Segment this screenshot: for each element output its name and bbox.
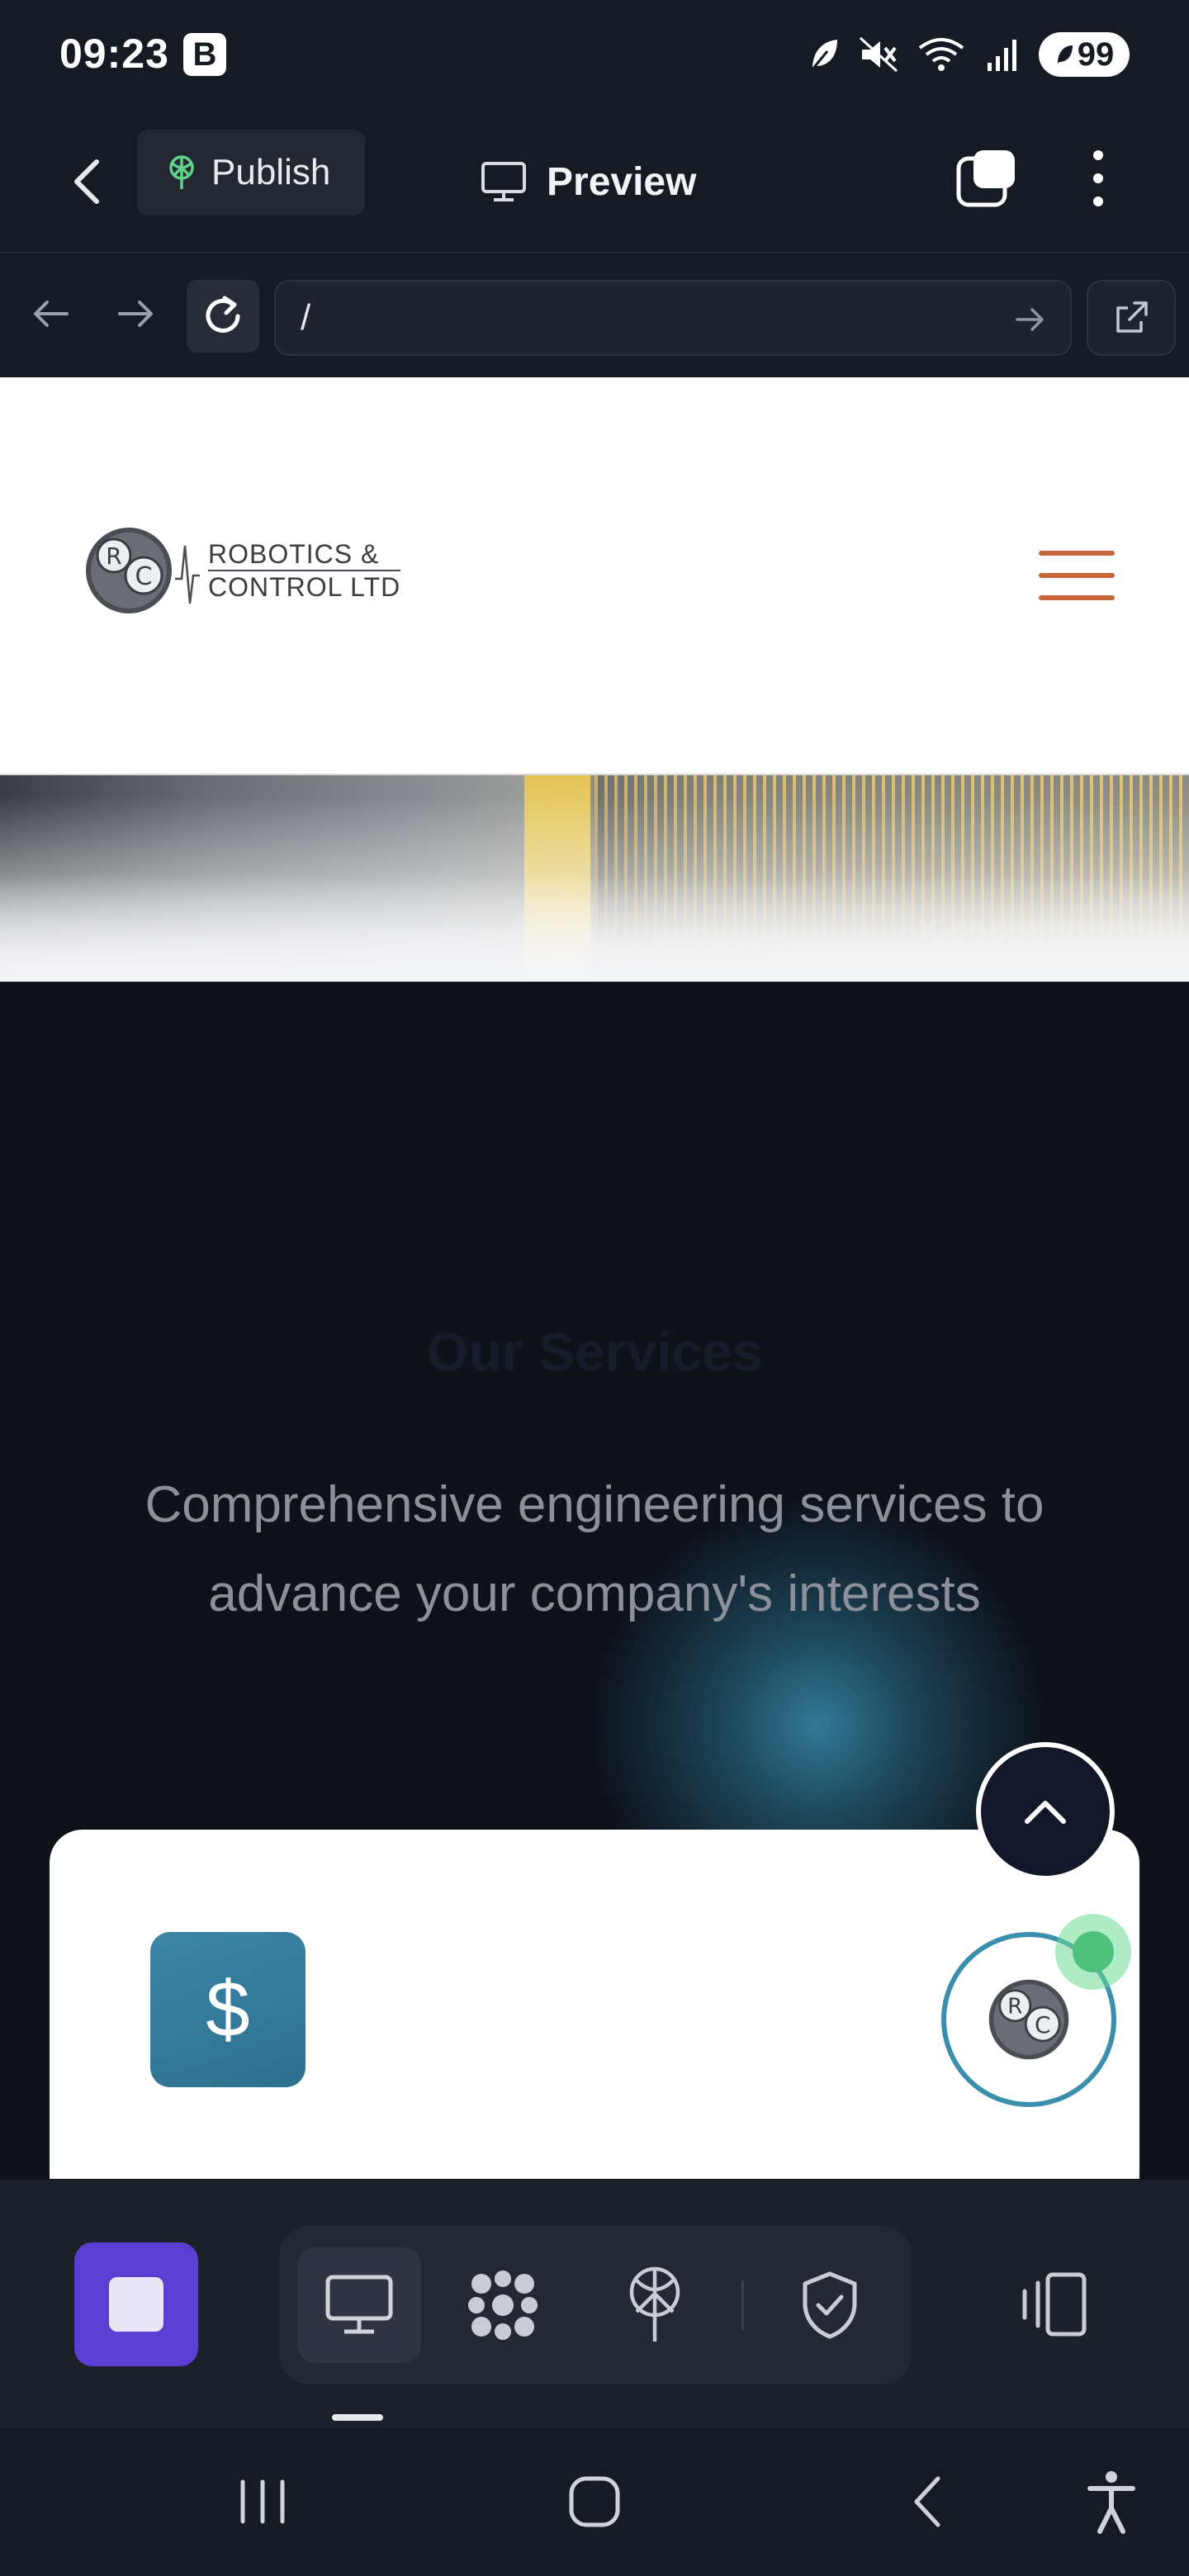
browser-url-bar: / — [0, 253, 1189, 377]
battery-level: 99 — [1077, 36, 1115, 73]
pulse-line-icon — [175, 545, 200, 604]
recent-apps-button[interactable] — [221, 2460, 304, 2543]
more-options-button[interactable] — [1073, 141, 1123, 215]
reload-icon — [206, 296, 240, 333]
hamburger-menu-button[interactable] — [1039, 551, 1115, 600]
publish-tool-button[interactable] — [593, 2247, 717, 2363]
chevron-left-icon — [74, 159, 99, 204]
preview-label: Preview — [547, 159, 697, 204]
desktop-preview-button[interactable] — [297, 2247, 421, 2363]
publish-label: Publish — [211, 152, 331, 192]
website-header: R C ROBOTICS & CONTROL LTD — [0, 377, 1189, 775]
publish-button[interactable]: Publish — [137, 130, 365, 215]
arrow-left-icon — [34, 301, 69, 327]
hamburger-line — [1039, 551, 1115, 556]
device-frames-button[interactable] — [1011, 2259, 1093, 2350]
url-text: / — [301, 297, 311, 338]
dollar-icon: $ — [150, 1932, 306, 2087]
status-time: 09:23 — [59, 31, 169, 77]
hero-image — [0, 775, 1189, 982]
stop-button[interactable] — [74, 2242, 198, 2366]
battery-indicator: 99 — [1039, 32, 1130, 77]
chevron-left-icon — [914, 2476, 940, 2527]
svg-text:C: C — [135, 562, 153, 591]
scroll-to-top-button[interactable] — [976, 1742, 1115, 1881]
toolbar-divider — [741, 2280, 744, 2330]
preview-tab[interactable]: Preview — [481, 144, 696, 219]
battery-saver-icon — [1057, 45, 1073, 64]
monitor-icon — [481, 162, 526, 201]
hero-fade — [0, 874, 1189, 982]
hamburger-line — [1039, 573, 1115, 578]
browser-forward-button[interactable] — [107, 285, 165, 343]
logo-text: ROBOTICS & CONTROL LTD — [208, 538, 401, 603]
site-logo[interactable]: R C ROBOTICS & CONTROL LTD — [83, 524, 401, 617]
signal-icon — [988, 40, 1016, 71]
system-navigation-bar — [0, 2427, 1189, 2576]
svg-text:R: R — [106, 542, 121, 570]
url-input[interactable]: / — [274, 280, 1072, 356]
logo-text-line1: ROBOTICS & — [208, 538, 401, 571]
integrations-button[interactable] — [441, 2247, 565, 2363]
svg-text:R: R — [1007, 1995, 1022, 2020]
accessibility-button[interactable] — [1070, 2460, 1153, 2543]
back-button[interactable] — [58, 144, 116, 219]
hamburger-line — [1039, 595, 1115, 600]
recent-apps-icon — [240, 2479, 285, 2524]
publish-antenna-icon — [629, 2266, 680, 2342]
toolbar-group — [279, 2226, 912, 2384]
tabs-button[interactable] — [950, 141, 1024, 215]
accessibility-icon — [1087, 2471, 1135, 2534]
home-button[interactable] — [553, 2460, 636, 2543]
home-icon — [569, 2476, 620, 2527]
go-button[interactable] — [1007, 296, 1054, 343]
tabs-icon — [956, 150, 1015, 207]
system-back-button[interactable] — [885, 2460, 968, 2543]
device-frames-icon — [1022, 2272, 1087, 2337]
wifi-icon — [918, 38, 964, 71]
svg-text:C: C — [1035, 2011, 1050, 2039]
stop-icon — [109, 2277, 163, 2332]
status-icons: 99 — [808, 30, 1130, 79]
rc-logo-icon: R C — [86, 528, 172, 613]
services-title: Our Services — [426, 1321, 763, 1382]
apps-grid-icon — [468, 2271, 538, 2340]
active-tab-indicator — [332, 2414, 383, 2421]
app-top-bar: Publish Preview — [0, 111, 1189, 253]
logo-text-line2: CONTROL LTD — [208, 572, 401, 602]
publish-antenna-icon — [169, 155, 194, 189]
leaf-icon — [811, 40, 837, 70]
services-subtitle: Comprehensive engineering services to ad… — [144, 1476, 1045, 1622]
more-vertical-icon — [1093, 150, 1103, 206]
desktop-icon — [325, 2275, 393, 2334]
open-external-button[interactable] — [1087, 280, 1176, 356]
online-dot — [1073, 1931, 1114, 1972]
reload-button[interactable] — [187, 280, 259, 353]
chevron-up-icon — [1025, 1801, 1066, 1824]
app-notification-icon: B — [183, 33, 226, 76]
security-button[interactable] — [768, 2247, 892, 2363]
mute-icon — [859, 36, 898, 73]
online-status-indicator — [1055, 1914, 1131, 1990]
browser-back-button[interactable] — [21, 285, 79, 343]
status-bar: 09:23 B 99 — [0, 0, 1189, 111]
shield-check-icon — [803, 2271, 857, 2339]
arrow-right-icon — [118, 301, 153, 327]
rc-logo-icon: R C — [988, 1979, 1069, 2060]
bottom-toolbar — [0, 2180, 1189, 2427]
external-link-icon — [1116, 301, 1148, 333]
arrow-right-icon — [1016, 308, 1044, 331]
